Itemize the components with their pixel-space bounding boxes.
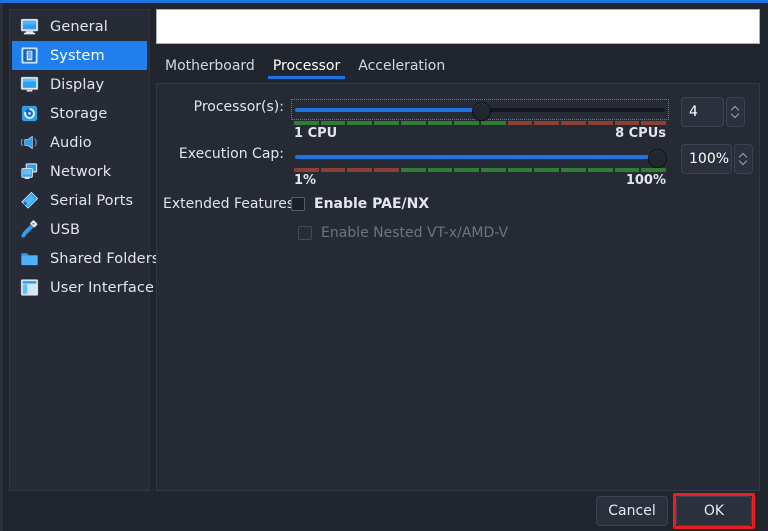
sidebar-item-label: User Interface [50,279,154,296]
execution-cap-spinbox[interactable]: 100% [681,144,753,174]
system-tab-bar: Motherboard Processor Acceleration [156,56,760,82]
execution-cap-label: Execution Cap: [178,146,284,162]
speaker-icon [20,135,37,150]
sidebar-item-label: Serial Ports [50,192,134,209]
enable-pae-nx-label: Enable PAE/NX [314,196,430,212]
monitor-icon [20,18,39,35]
enable-nested-vtx-option: Enable Nested VT-x/AMD-V [298,225,508,241]
processors-slider[interactable] [291,99,669,121]
user-interface-icon [20,279,39,296]
execution-cap-slider-block: 1% 100% [291,146,669,188]
virtualbox-settings-window: General System Display Storage Audio Net… [0,0,768,531]
execution-cap-max-label: 100% [625,173,666,188]
chevron-down-icon[interactable] [739,159,748,165]
tab-motherboard[interactable]: Motherboard [156,56,264,79]
sidebar-item-serial-ports[interactable]: Serial Ports [12,186,147,215]
processors-row: Processor(s): 1 CPU 8 CPUs [163,99,669,141]
settings-category-sidebar: General System Display Storage Audio Net… [9,9,159,491]
sidebar-item-display[interactable]: Display [12,70,147,99]
sidebar-item-usb[interactable]: USB [12,215,147,244]
processors-spin-buttons [726,97,745,127]
sidebar-item-network[interactable]: Network [12,157,147,186]
usb-icon [21,220,38,238]
processors-label: Processor(s): [193,99,284,115]
processors-quality-bar [294,121,667,125]
name-field-container [156,9,760,44]
sidebar-item-label: Display [50,76,105,93]
sidebar-item-label: USB [50,221,81,238]
checkbox-pae-nx[interactable] [291,197,305,211]
processor-tab-panel: Processor(s): 1 CPU 8 CPUs 4 Execution C… [156,83,760,491]
processors-min-label: 1 CPU [294,126,338,141]
storage-disk-icon [21,105,38,122]
processors-slider-block: 1 CPU 8 CPUs [291,99,669,141]
display-icon [20,76,39,92]
tab-processor[interactable]: Processor [264,56,349,79]
slider-groove [295,155,665,159]
cpu-chip-icon [21,47,38,64]
enable-nested-vtx-label: Enable Nested VT-x/AMD-V [321,225,509,241]
sidebar-item-storage[interactable]: Storage [12,99,147,128]
sidebar-item-shared-folders[interactable]: Shared Folders [12,244,159,273]
execution-cap-quality-bar [294,168,667,172]
sidebar-item-label: Shared Folders [50,250,160,267]
execution-cap-range-labels: 1% 100% [294,173,666,188]
slider-handle[interactable] [648,149,667,168]
cancel-button[interactable]: Cancel [596,496,668,526]
execution-cap-row: Execution Cap: 1% 100% [163,146,669,188]
extended-features-row: Extended Features: Enable PAE/NX [163,196,429,212]
execution-cap-value[interactable]: 100% [681,144,732,174]
slider-fill [295,108,480,112]
network-icon [21,163,38,179]
vm-name-input[interactable] [156,9,760,44]
chevron-down-icon[interactable] [731,112,740,118]
execution-cap-slider[interactable] [291,146,669,168]
processors-max-label: 8 CPUs [615,126,666,141]
processors-range-labels: 1 CPU 8 CPUs [294,126,666,141]
sidebar-item-audio[interactable]: Audio [12,128,147,157]
execution-cap-min-label: 1% [294,173,317,188]
ok-button[interactable]: OK [676,496,752,526]
sidebar-item-user-interface[interactable]: User Interface [12,273,154,302]
sidebar-item-general[interactable]: General [12,12,147,41]
serial-port-icon [21,191,39,209]
window-top-accent [0,0,768,3]
window-left-edge [0,3,3,531]
tab-acceleration[interactable]: Acceleration [349,56,454,79]
sidebar-item-label: Audio [50,134,92,151]
slider-fill [295,155,656,159]
folder-icon [21,253,38,266]
sidebar-item-label: System [50,47,105,64]
sidebar-item-system[interactable]: System [12,41,147,70]
processors-spinbox[interactable]: 4 [681,97,745,127]
extended-features-label: Extended Features: [163,196,299,212]
slider-handle[interactable] [471,102,491,121]
execution-cap-spin-buttons [734,144,753,174]
sidebar-item-label: General [50,18,108,35]
sidebar-item-label: Storage [50,105,108,122]
checkbox-nested-vtx [298,226,312,240]
processors-value[interactable]: 4 [681,97,724,127]
sidebar-item-label: Network [50,163,112,180]
enable-pae-nx-option[interactable]: Enable PAE/NX [291,196,429,212]
